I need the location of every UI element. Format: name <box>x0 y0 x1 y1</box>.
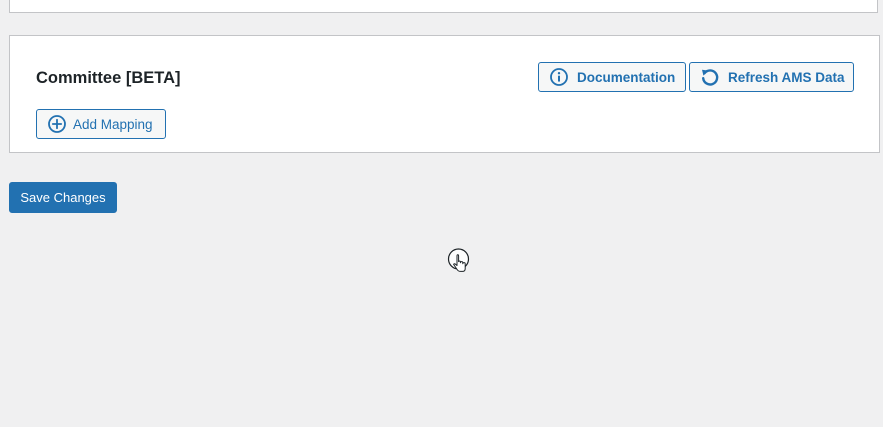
refresh-ams-data-button[interactable]: Refresh AMS Data <box>689 62 854 92</box>
documentation-button[interactable]: Documentation <box>538 62 686 92</box>
refresh-icon <box>700 67 720 87</box>
plus-circle-icon <box>47 114 67 134</box>
add-mapping-button[interactable]: Add Mapping <box>36 109 166 139</box>
committee-settings-card: Committee [BETA] Documentation Refresh A… <box>9 35 880 153</box>
committee-section-title: Committee [BETA] <box>36 69 181 87</box>
info-circle-icon <box>549 67 569 87</box>
refresh-button-label: Refresh AMS Data <box>728 69 845 85</box>
save-changes-button[interactable]: Save Changes <box>9 182 117 213</box>
documentation-button-label: Documentation <box>577 69 676 85</box>
previous-settings-card <box>9 0 878 13</box>
add-mapping-label: Add Mapping <box>73 116 153 132</box>
hand-pointer-cursor-icon <box>445 246 473 278</box>
